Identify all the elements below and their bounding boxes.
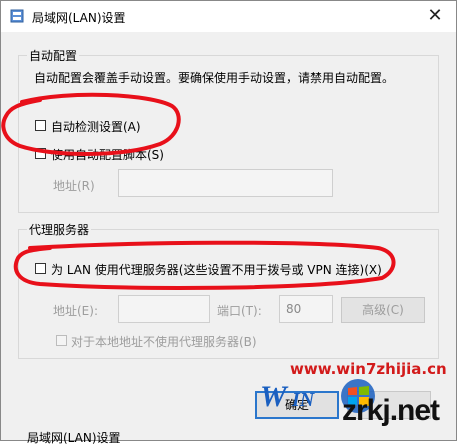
advanced-button[interactable]: 高级(C): [341, 297, 425, 323]
watermark-site-2: zrkj.net: [342, 394, 440, 427]
background-window-title: 局域网(LAN)设置: [27, 431, 121, 445]
red-annotation-ellipse-auto-detect: [1, 92, 181, 156]
script-address-label: 地址(R): [53, 179, 95, 193]
app-icon: [10, 9, 24, 23]
svg-text:W: W: [260, 380, 289, 413]
proxy-port-field[interactable]: 80: [279, 295, 333, 323]
title-bar: 局域网(LAN)设置 ✕: [1, 1, 456, 32]
proxy-port-label: 端口(T):: [217, 304, 262, 318]
proxy-address-field[interactable]: [118, 295, 210, 323]
auto-config-description: 自动配置会覆盖手动设置。要确保使用手动设置，请禁用自动配置。: [34, 71, 395, 85]
window-title: 局域网(LAN)设置: [32, 11, 126, 25]
script-address-field[interactable]: [118, 169, 333, 197]
auto-config-group-title: 自动配置: [27, 47, 80, 64]
close-icon[interactable]: ✕: [421, 3, 449, 29]
svg-text:IN: IN: [291, 389, 316, 411]
proxy-group-title: 代理服务器: [27, 221, 92, 238]
proxy-address-label: 地址(E):: [53, 304, 98, 318]
bypass-local-checkbox[interactable]: [56, 335, 67, 346]
red-annotation-ellipse-use-proxy: [13, 240, 396, 290]
bypass-local-label[interactable]: 对于本地地址不使用代理服务器(B): [71, 333, 257, 350]
